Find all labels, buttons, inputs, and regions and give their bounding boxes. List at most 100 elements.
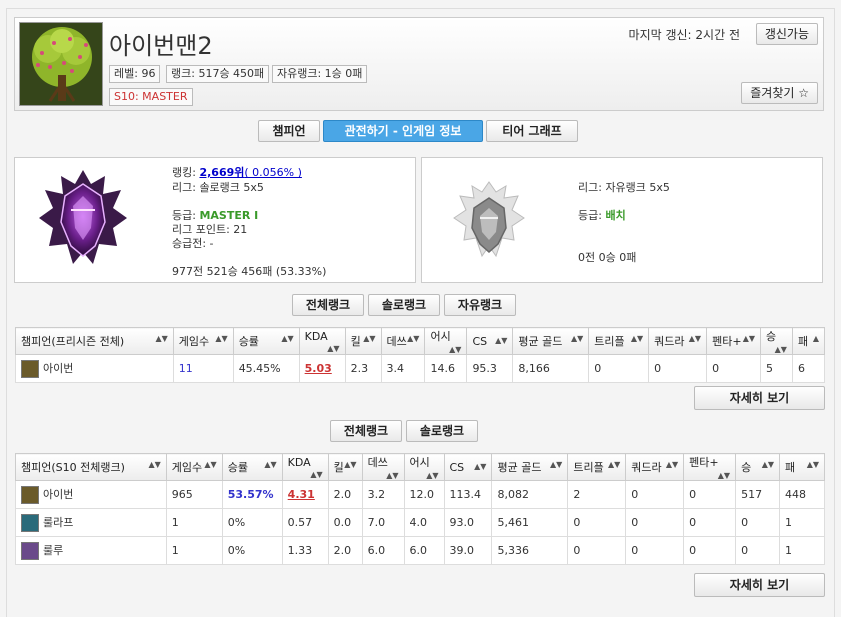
wins-cell: 0 xyxy=(735,536,780,565)
rumble-champion-icon xyxy=(21,513,39,532)
solo-league: 리그: 솔로랭크 5x5 xyxy=(172,181,264,194)
level-tag: 레벨: 96 xyxy=(109,65,161,83)
col-triple[interactable]: 트리플 ▲▼ xyxy=(567,453,627,481)
wins-cell: 517 xyxy=(735,480,780,509)
col-cs[interactable]: CS ▲▼ xyxy=(466,327,514,355)
flex-record: 0전 0승 0패 xyxy=(578,251,637,264)
penta-cell: 0 xyxy=(683,480,737,509)
table-header-row: 챔피언(S10 전체랭크) ▲▼ 게임수 ▲▼ 승률 ▲▼ KDA ▲▼ 킬 ▲▼ 데쓰 ▲… xyxy=(15,453,825,481)
games-cell: 965 xyxy=(165,480,223,509)
table-row: 아이번 11 45.45% 5.03 2.3 3.4 14.6 95.3 8,1… xyxy=(15,354,826,383)
triple-cell: 2 xyxy=(567,480,627,509)
ranking-line: 랭킹: 2,669위( 0.056% ) xyxy=(172,164,302,180)
tree-avatar-icon xyxy=(19,22,103,106)
col-games[interactable]: 게임수 ▲▼ xyxy=(165,453,223,481)
gold-cell: 5,336 xyxy=(491,536,569,565)
col-penta[interactable]: 펜타+ ▲▼ xyxy=(683,453,737,481)
col-kills[interactable]: 킬 ▲▼ xyxy=(327,453,363,481)
penta-cell: 0 xyxy=(683,508,737,537)
penta-cell: 0 xyxy=(706,354,761,383)
ivern-champion-icon xyxy=(21,485,39,504)
quadra-cell: 0 xyxy=(625,536,685,565)
ranking-pct-link[interactable]: ( 0.056% ) xyxy=(244,166,302,179)
col-deaths[interactable]: 데쓰 ▲▼ xyxy=(361,453,405,481)
col-gold[interactable]: 평균 골드 ▲▼ xyxy=(512,327,590,355)
kda-cell[interactable]: 4.31 xyxy=(288,488,315,501)
col-wins[interactable]: 승 ▲▼ xyxy=(760,327,793,355)
filter1-solo-rank-button[interactable]: 솔로랭크 xyxy=(368,294,440,316)
col-losses[interactable]: 패 ▲ xyxy=(791,327,826,355)
col-winrate[interactable]: 승률 ▲▼ xyxy=(232,327,300,355)
tab-tier-graph[interactable]: 티어 그래프 xyxy=(486,120,578,142)
champion-cell[interactable]: 아이번 xyxy=(15,480,167,509)
filter1-flex-rank-button[interactable]: 자유랭크 xyxy=(444,294,516,316)
col-champion[interactable]: 챔피언(프리시즌 전체) ▲▼ xyxy=(15,327,174,355)
col-quadra[interactable]: 쿼드라 ▲▼ xyxy=(625,453,685,481)
flex-tier-line: 등급: 배치 xyxy=(578,207,626,223)
favorite-button[interactable]: 즐겨찾기 ☆ xyxy=(741,82,818,104)
col-champion[interactable]: 챔피언(S10 전체랭크) ▲▼ xyxy=(15,453,167,481)
winrate-cell: 0% xyxy=(221,536,283,565)
kda-cell[interactable]: 5.03 xyxy=(305,362,332,375)
col-wins[interactable]: 승 ▲▼ xyxy=(735,453,780,481)
filter1-all-rank-button[interactable]: 전체랭크 xyxy=(292,294,364,316)
flex-tier-value: 배치 xyxy=(605,209,626,222)
col-kda[interactable]: KDA ▲▼ xyxy=(298,327,346,355)
col-games[interactable]: 게임수 ▲▼ xyxy=(172,327,234,355)
col-assists[interactable]: 어시 ▲▼ xyxy=(424,327,468,355)
col-gold[interactable]: 평균 골드 ▲▼ xyxy=(491,453,569,481)
table1-more-button[interactable]: 자세히 보기 xyxy=(694,386,825,410)
triple-cell: 0 xyxy=(567,536,627,565)
champion-cell[interactable]: 룰루 xyxy=(15,536,167,565)
rank-record-tag: 랭크: 517승 450패 xyxy=(166,65,270,83)
flex-record-tag: 자유랭크: 1승 0패 xyxy=(272,65,368,83)
flex-league: 리그: 자유랭크 5x5 xyxy=(578,181,670,194)
games-cell: 1 xyxy=(165,536,223,565)
champion-cell[interactable]: 룰라프 xyxy=(15,508,167,537)
ranking-value-link[interactable]: 2,669위 xyxy=(199,166,244,179)
col-winrate[interactable]: 승률 ▲▼ xyxy=(221,453,283,481)
triple-cell: 0 xyxy=(567,508,627,537)
col-triple[interactable]: 트리플 ▲▼ xyxy=(588,327,650,355)
promo-status: 승급전: - xyxy=(172,237,214,250)
col-cs[interactable]: CS ▲▼ xyxy=(443,453,493,481)
col-kda[interactable]: KDA ▲▼ xyxy=(281,453,329,481)
champion-cell[interactable]: 아이번 xyxy=(15,354,174,383)
assists-cell: 4.0 xyxy=(403,508,445,537)
update-button[interactable]: 갱신가능 xyxy=(755,23,818,45)
lulu-champion-icon xyxy=(21,541,39,560)
tab-champion[interactable]: 챔피언 xyxy=(258,120,320,142)
col-deaths[interactable]: 데쓰 ▲▼ xyxy=(380,327,426,355)
col-quadra[interactable]: 쿼드라 ▲▼ xyxy=(648,327,708,355)
master-emblem-icon xyxy=(33,166,133,274)
table-header-row: 챔피언(프리시즌 전체) ▲▼ 게임수 ▲▼ 승률 ▲▼ KDA ▲▼ 킬 ▲▼ 데쓰 ▲▼… xyxy=(15,327,826,355)
season-rank-tag: S10: MASTER xyxy=(109,88,193,106)
cs-cell: 95.3 xyxy=(466,354,514,383)
col-kills[interactable]: 킬 ▲▼ xyxy=(344,327,382,355)
col-penta[interactable]: 펜타+ ▲▼ xyxy=(706,327,761,355)
losses-cell: 6 xyxy=(791,354,826,383)
kda-cell: 0.57 xyxy=(281,508,329,537)
triple-cell: 0 xyxy=(588,354,650,383)
gold-cell: 5,461 xyxy=(491,508,569,537)
losses-cell: 448 xyxy=(779,480,825,509)
cs-cell: 113.4 xyxy=(443,480,493,509)
cs-cell: 93.0 xyxy=(443,508,493,537)
filter2-solo-rank-button[interactable]: 솔로랭크 xyxy=(406,420,478,442)
col-losses[interactable]: 패 ▲▼ xyxy=(779,453,825,481)
ivern-champion-icon xyxy=(21,359,39,378)
s10-champion-table: 챔피언(S10 전체랭크) ▲▼ 게임수 ▲▼ 승률 ▲▼ KDA ▲▼ 킬 ▲▼ 데쓰 ▲… xyxy=(15,453,825,565)
kda-cell: 1.33 xyxy=(281,536,329,565)
winrate-cell: 53.57% xyxy=(221,480,283,509)
flex-tier-label: 등급: xyxy=(578,209,602,222)
tab-spectate[interactable]: 관전하기 - 인게임 정보 xyxy=(323,120,483,142)
solo-rank-box: 랭킹: 2,669위( 0.056% ) 리그: 솔로랭크 5x5 등급: MA… xyxy=(14,157,416,283)
deaths-cell: 3.2 xyxy=(361,480,405,509)
filter2-all-rank-button[interactable]: 전체랭크 xyxy=(330,420,402,442)
col-assists[interactable]: 어시 ▲▼ xyxy=(403,453,445,481)
kills-cell: 2.3 xyxy=(344,354,382,383)
unranked-emblem-icon xyxy=(444,176,534,269)
kills-cell: 0.0 xyxy=(327,508,363,537)
table2-more-button[interactable]: 자세히 보기 xyxy=(694,573,825,597)
gold-cell: 8,166 xyxy=(512,354,590,383)
